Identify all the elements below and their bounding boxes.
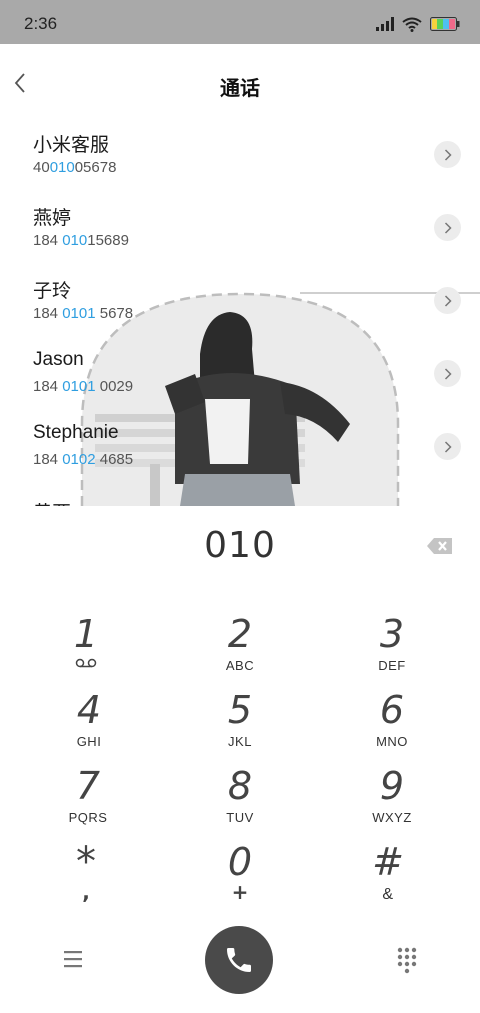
contact-detail-button[interactable] <box>434 433 461 460</box>
contact-name: 燕婷 <box>33 208 72 229</box>
key-hash[interactable]: # & <box>328 840 448 912</box>
key-letters: PQRS <box>68 810 108 825</box>
menu-button[interactable] <box>60 948 86 970</box>
key-digit: 9 <box>379 764 405 808</box>
chevron-right-icon <box>444 221 452 234</box>
key-letters: JKL <box>228 734 252 749</box>
key-digit: 7 <box>75 764 101 808</box>
key-letters: + <box>231 880 249 904</box>
contact-detail-button[interactable] <box>434 214 461 241</box>
key-digit: 1 <box>73 612 99 656</box>
wifi-icon <box>402 17 422 32</box>
phone-icon <box>227 948 251 972</box>
status-time: 2:36 <box>24 14 58 33</box>
contact-detail-button[interactable] <box>434 287 461 314</box>
key-letters: TUV <box>226 810 254 825</box>
signal-icon <box>376 17 394 31</box>
key-letters: DEF <box>378 658 406 673</box>
chevron-right-icon <box>444 367 452 380</box>
chevron-right-icon <box>444 148 452 161</box>
title-bar: 通话 <box>0 44 480 124</box>
entered-number-display: 010 <box>204 525 276 566</box>
number-match-highlight: 010 <box>62 232 88 249</box>
number-match-highlight: 010 <box>49 159 75 176</box>
contact-name: Stephanie <box>33 422 119 443</box>
key-letters: & <box>382 886 394 903</box>
contact-row[interactable]: 子玲 184 0101 5678 <box>0 270 480 343</box>
key-letters: MNO <box>376 734 408 749</box>
key-7[interactable]: 7 PQRS <box>28 764 148 836</box>
contact-name: 小米客服 <box>33 135 110 156</box>
call-button[interactable] <box>205 926 273 994</box>
key-letters: GHI <box>76 734 102 749</box>
contact-number: 4001005678 <box>33 159 117 176</box>
dialpad-toggle-button[interactable] <box>396 946 418 974</box>
backspace-icon <box>427 538 452 554</box>
number-match-highlight: 0101 <box>62 305 96 322</box>
contact-detail-button[interactable] <box>434 141 461 168</box>
key-digit: 5 <box>227 688 253 732</box>
bottom-action-bar <box>0 920 480 1010</box>
key-0[interactable]: 0 + <box>180 840 300 912</box>
menu-icon <box>64 951 82 968</box>
key-letters: WXYZ <box>372 810 412 825</box>
contact-row[interactable]: Jason 184 0101 0029 <box>0 343 480 416</box>
key-letters: ABC <box>225 658 255 673</box>
status-icons <box>376 16 460 32</box>
contact-row[interactable]: 燕婷 184 01015689 <box>0 197 480 270</box>
backspace-button[interactable] <box>426 535 454 557</box>
key-9[interactable]: 9 WXYZ <box>332 764 452 836</box>
chevron-right-icon <box>444 294 452 307</box>
key-3[interactable]: 3 DEF <box>332 612 452 684</box>
key-6[interactable]: 6 MNO <box>332 688 452 760</box>
battery-icon <box>430 17 460 31</box>
key-letters: , <box>82 880 90 904</box>
contact-number: 184 0101 0029 <box>33 378 134 395</box>
key-8[interactable]: 8 TUV <box>180 764 300 836</box>
key-2[interactable]: 2 ABC <box>180 612 300 684</box>
key-digit: 6 <box>379 688 405 732</box>
contact-number: 184 0102 4685 <box>33 451 134 468</box>
voicemail-icon <box>75 658 97 668</box>
contact-name: 子玲 <box>33 281 72 302</box>
contact-number: 184 0101 5678 <box>33 305 134 322</box>
page-title: 通话 <box>220 76 260 100</box>
key-digit: # <box>372 840 404 884</box>
chevron-right-icon <box>444 440 452 453</box>
contact-detail-button[interactable] <box>434 360 461 387</box>
key-digit: 8 <box>227 764 253 808</box>
contact-row[interactable]: 小米客服 4001005678 <box>0 124 480 197</box>
status-bar: 2:36 <box>0 0 480 44</box>
key-digit: * <box>76 839 96 885</box>
number-match-highlight: 0101 <box>62 378 96 395</box>
key-digit: 2 <box>227 612 253 656</box>
key-1[interactable]: 1 <box>26 612 146 684</box>
contact-number: 184 01015689 <box>33 232 129 249</box>
dialer-screen: 2:36 通话 小米客服 4001005678 燕婷 184 01015689 … <box>0 0 480 1013</box>
key-5[interactable]: 5 JKL <box>180 688 300 760</box>
contact-name-partial[interactable]: 黄亚 <box>33 498 71 506</box>
number-match-highlight: 0102 <box>62 451 96 468</box>
key-digit: 0 <box>227 840 253 884</box>
dialpad-icon <box>397 947 417 974</box>
contact-row[interactable]: Stephanie 184 0102 4685 <box>0 416 480 489</box>
contact-name: Jason <box>33 349 84 370</box>
key-star[interactable]: * , <box>26 840 146 912</box>
key-digit: 3 <box>379 612 405 656</box>
key-digit: 4 <box>76 688 102 732</box>
key-4[interactable]: 4 GHI <box>29 688 149 760</box>
search-results-list: 小米客服 4001005678 燕婷 184 01015689 子玲 184 0… <box>0 124 480 506</box>
